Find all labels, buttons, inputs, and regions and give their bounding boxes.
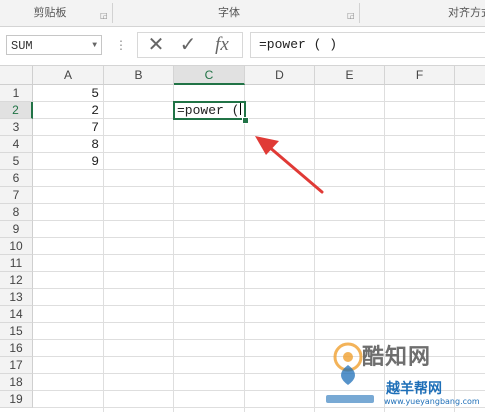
cell-c2-editing[interactable]: =power (	[173, 101, 246, 120]
cell-a3[interactable]: 7	[33, 119, 103, 136]
column-header-f[interactable]: F	[385, 66, 455, 85]
row-header-18[interactable]: 18	[0, 374, 33, 391]
watermark: 酷知网 越羊帮网 www.yueyangbang.com	[318, 335, 485, 412]
column-header-b[interactable]: B	[104, 66, 174, 85]
row-header-3[interactable]: 3	[0, 119, 33, 136]
select-all-corner[interactable]	[0, 66, 33, 85]
cancel-icon[interactable]: ✕	[142, 34, 170, 56]
gridline	[33, 254, 485, 255]
row-header-1[interactable]: 1	[0, 85, 33, 102]
clipboard-group-label: 剪贴板	[33, 7, 67, 19]
cell-a1[interactable]: 5	[33, 85, 103, 102]
text-caret	[240, 103, 242, 115]
gridline	[33, 220, 485, 221]
enter-check-icon[interactable]: ✓	[174, 34, 202, 56]
gridline	[33, 305, 485, 306]
name-box[interactable]: SUM ▼	[6, 35, 102, 55]
row-header-15[interactable]: 15	[0, 323, 33, 340]
alignment-group-label: 对齐方式	[448, 7, 485, 19]
cell-c2-text: =power (	[177, 103, 240, 118]
row-header-6[interactable]: 6	[0, 170, 33, 187]
vertical-dots-icon[interactable]: ⋮	[115, 35, 127, 55]
gridline	[33, 271, 485, 272]
gridline	[33, 237, 485, 238]
cell-a4[interactable]: 8	[33, 136, 103, 153]
row-header-7[interactable]: 7	[0, 187, 33, 204]
column-header-d[interactable]: D	[245, 66, 315, 85]
watermark-url: www.yueyangbang.com	[384, 397, 480, 406]
font-dialog-launcher-icon[interactable]: ◲	[347, 12, 355, 20]
chevron-down-icon[interactable]: ▼	[92, 36, 97, 56]
gridline	[33, 288, 485, 289]
row-header-4[interactable]: 4	[0, 136, 33, 153]
column-header-partial[interactable]	[455, 66, 485, 85]
column-header-a[interactable]: A	[33, 66, 104, 85]
column-header-c[interactable]: C	[174, 66, 245, 85]
insert-function-icon[interactable]: fx	[208, 34, 236, 56]
formula-buttons: ✕ ✓ fx	[137, 32, 243, 58]
watermark-brand-2: 越羊帮网	[386, 381, 442, 397]
gridline	[33, 322, 485, 323]
watermark-brand: 酷知网	[362, 345, 432, 370]
formula-input[interactable]: =power ( )	[250, 32, 485, 58]
fill-handle[interactable]	[242, 117, 249, 124]
row-header-13[interactable]: 13	[0, 289, 33, 306]
gridline	[33, 186, 485, 187]
row-header-2[interactable]: 2	[0, 102, 33, 119]
row-header-16[interactable]: 16	[0, 340, 33, 357]
column-header-e[interactable]: E	[315, 66, 385, 85]
row-header-12[interactable]: 12	[0, 272, 33, 289]
cell-a5[interactable]: 9	[33, 153, 103, 170]
row-header-19[interactable]: 19	[0, 391, 33, 408]
row-header-8[interactable]: 8	[0, 204, 33, 221]
row-header-14[interactable]: 14	[0, 306, 33, 323]
cell-a2[interactable]: 2	[33, 102, 103, 119]
font-group-label: 字体	[218, 7, 240, 19]
row-header-10[interactable]: 10	[0, 238, 33, 255]
name-box-value: SUM	[11, 39, 33, 53]
gridline	[33, 203, 485, 204]
row-header-9[interactable]: 9	[0, 221, 33, 238]
row-header-5[interactable]: 5	[0, 153, 33, 170]
row-header-11[interactable]: 11	[0, 255, 33, 272]
row-header-17[interactable]: 17	[0, 357, 33, 374]
ribbon-group-bar: 剪贴板 ◲ 字体 ◲ 对齐方式	[0, 0, 485, 27]
formula-bar: SUM ▼ ⋮ ✕ ✓ fx =power ( )	[0, 27, 485, 66]
clipboard-dialog-launcher-icon[interactable]: ◲	[100, 12, 108, 20]
